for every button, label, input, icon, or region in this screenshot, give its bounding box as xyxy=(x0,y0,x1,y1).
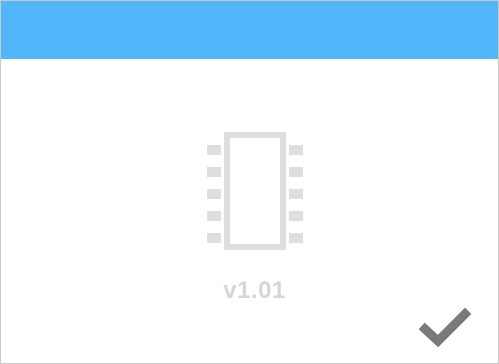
checkmark-icon xyxy=(419,307,472,348)
header-bar xyxy=(1,1,498,59)
confirm-button[interactable] xyxy=(419,307,473,349)
main-content: v1.01 xyxy=(1,59,498,363)
firmware-version-screen: v1.01 xyxy=(0,0,499,364)
version-label: v1.01 xyxy=(223,277,286,304)
microchip-icon xyxy=(203,131,307,251)
